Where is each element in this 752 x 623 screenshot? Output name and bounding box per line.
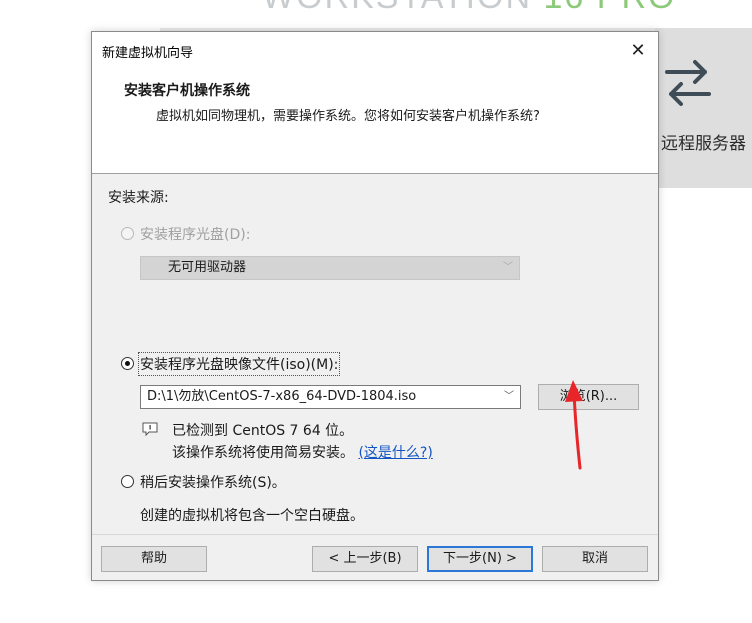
iso-path-combobox[interactable]: D:\1\勿放\CentOS-7-x86_64-DVD-1804.iso ﹀ [140,385,521,409]
info-speech-icon [142,422,158,437]
drive-select-value: 无可用驱动器 [168,260,247,275]
footer-divider [92,534,658,535]
help-button[interactable]: 帮助 [101,546,207,572]
next-button[interactable]: 下一步(N) > [427,546,533,572]
banner-text-main: WORKSTATION [262,0,532,16]
easy-install-label: 该操作系统将使用简易安装。 [172,445,354,461]
iso-path-value: D:\1\勿放\CentOS-7-x86_64-DVD-1804.iso [147,389,417,404]
dialog-titlebar: 新建虚拟机向导 ✕ [92,32,658,70]
wizard-header: 安装客户机操作系统 虚拟机如同物理机，需要操作系统。您将如何安装客户机操作系统? [92,70,658,174]
browse-button[interactable]: 浏览(R)... [538,384,639,410]
install-later-description: 创建的虚拟机将包含一个空白硬盘。 [140,508,364,524]
install-iso-label: 安装程序光盘映像文件(iso)(M): [137,352,341,376]
banner-text-accent: 16 PRO [544,0,677,16]
dialog-title: 新建虚拟机向导 [102,46,194,61]
app-banner: WORKSTATION 16 PRO [262,0,676,17]
install-later-label: 稍后安装操作系统(S)。 [140,475,286,491]
drive-select[interactable]: 无可用驱动器 ﹀ [140,256,520,280]
install-disc-label: 安装程序光盘(D): [140,227,251,243]
close-icon[interactable]: ✕ [624,37,652,65]
easy-install-text: 该操作系统将使用简易安装。 (这是什么?) [172,442,433,462]
chevron-down-icon[interactable]: ﹀ [504,386,514,408]
remote-server-label: 远程服务器 [661,134,746,154]
transfer-arrows-icon [661,56,715,114]
wizard-content: 安装来源: 安装程序光盘(D): 无可用驱动器 ﹀ 安装程序光盘映像文件(iso… [92,174,658,534]
install-source-label: 安装来源: [108,190,169,206]
detected-os-text: 已检测到 CentOS 7 64 位。 [172,423,354,439]
radio-install-disc[interactable] [121,227,134,240]
whats-this-link[interactable]: (这是什么?) [358,445,432,461]
new-vm-wizard-dialog: 新建虚拟机向导 ✕ 安装客户机操作系统 虚拟机如同物理机，需要操作系统。您将如何… [91,31,659,581]
radio-install-later[interactable] [121,475,134,488]
chevron-down-icon: ﹀ [503,262,513,273]
remote-server-tile[interactable]: 远程服务器 [655,28,752,188]
header-title: 安装客户机操作系统 [124,83,250,99]
back-button[interactable]: < 上一步(B) [312,546,418,572]
header-subtitle: 虚拟机如同物理机，需要操作系统。您将如何安装客户机操作系统? [156,109,540,124]
radio-install-iso[interactable] [121,357,134,370]
cancel-button[interactable]: 取消 [542,546,648,572]
